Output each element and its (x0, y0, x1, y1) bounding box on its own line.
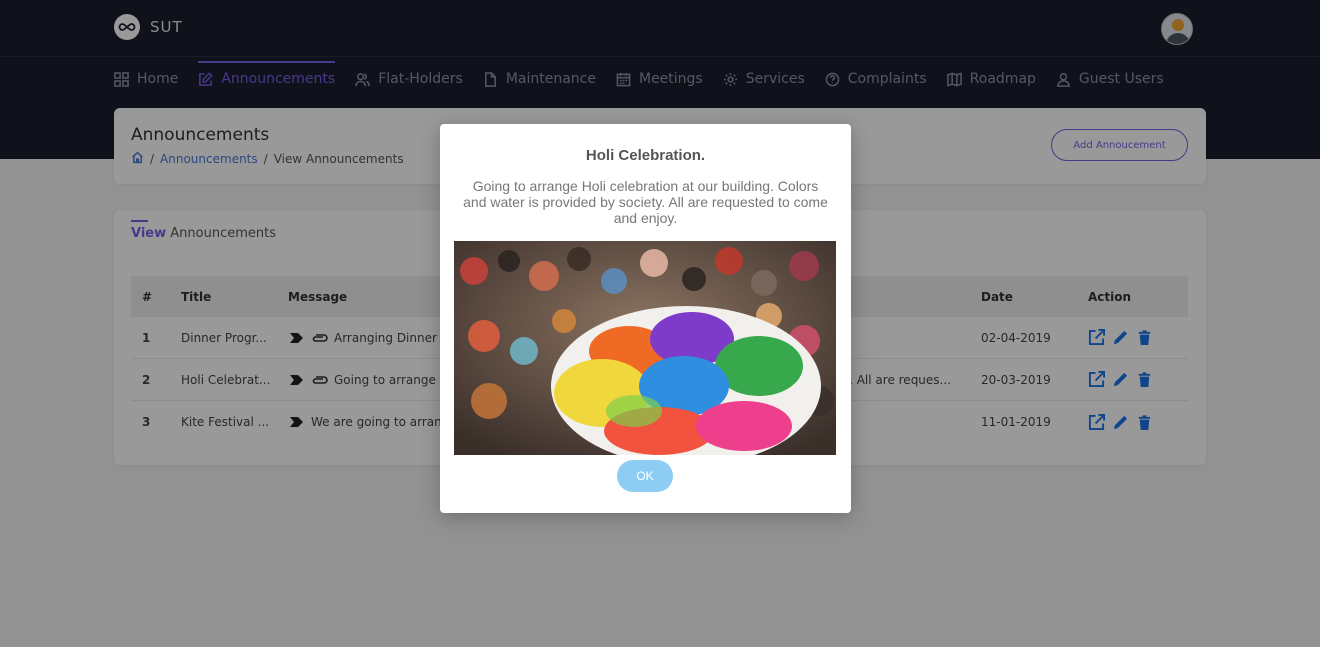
ok-button[interactable]: OK (617, 460, 673, 492)
modal-message: Going to arrange Holi celebration at our… (463, 178, 828, 226)
announcement-modal: Holi Celebration. Going to arrange Holi … (440, 124, 851, 513)
modal-title: Holi Celebration. (585, 147, 706, 164)
holi-colors-image (454, 241, 836, 455)
